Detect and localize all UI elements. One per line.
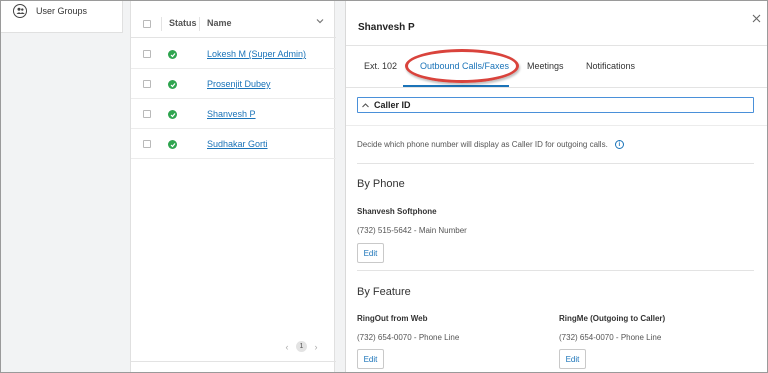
edit-ringout-button[interactable]: Edit — [357, 349, 384, 369]
chevron-right-icon[interactable]: › — [311, 342, 321, 352]
status-check-icon — [168, 110, 177, 119]
column-divider — [199, 17, 200, 31]
column-divider — [161, 17, 162, 31]
sidebar-item-user-groups[interactable]: User Groups — [13, 4, 87, 18]
by-feature-heading: By Feature — [357, 286, 411, 298]
panel-title: Shanvesh P — [358, 22, 415, 33]
feature-name: RingMe (Outgoing to Caller) — [559, 314, 666, 323]
tab-notifications[interactable]: Notifications — [586, 61, 635, 71]
table-row[interactable]: Shanvesh P — [131, 99, 336, 129]
user-name-link[interactable]: Sudhakar Gorti — [207, 139, 268, 149]
feature-number: (732) 654-0070 - Phone Line — [559, 333, 662, 342]
divider — [131, 361, 336, 362]
row-checkbox[interactable] — [143, 110, 151, 118]
row-checkbox[interactable] — [143, 80, 151, 88]
status-check-icon — [168, 80, 177, 89]
caller-id-section-toggle[interactable]: Caller ID — [357, 97, 754, 113]
user-name-link[interactable]: Prosenjit Dubey — [207, 79, 271, 89]
section-title: Caller ID — [374, 100, 411, 110]
page-number[interactable]: 1 — [296, 341, 307, 352]
app-window: User Groups Status Name Lokesh M (Super … — [0, 0, 768, 373]
chevron-left-icon[interactable]: ‹ — [282, 342, 292, 352]
by-phone-heading: By Phone — [357, 178, 405, 190]
caller-id-description: Decide which phone number will display a… — [357, 140, 624, 149]
sidebar-item-label: User Groups — [36, 6, 88, 16]
divider — [346, 125, 767, 126]
chevron-down-icon[interactable] — [315, 16, 325, 26]
edit-ringme-button[interactable]: Edit — [559, 349, 586, 369]
status-column-header[interactable]: Status — [169, 18, 197, 28]
sidebar: User Groups — [1, 1, 123, 33]
feature-number: (732) 654-0070 - Phone Line — [357, 333, 460, 342]
divider — [346, 45, 767, 46]
user-name-link[interactable]: Shanvesh P — [207, 109, 256, 119]
divider — [357, 270, 754, 271]
divider — [346, 87, 767, 88]
user-detail-panel: Shanvesh P Ext. 102 Outbound Calls/Faxes… — [345, 1, 767, 372]
device-number: (732) 515-5642 - Main Number — [357, 226, 467, 235]
tab-outbound-calls-faxes[interactable]: Outbound Calls/Faxes — [420, 61, 509, 71]
table-row[interactable]: Sudhakar Gorti — [131, 129, 336, 159]
table-header: Status Name — [131, 8, 336, 38]
table-row[interactable]: Prosenjit Dubey — [131, 69, 336, 99]
tab-extension[interactable]: Ext. 102 — [364, 61, 397, 71]
close-icon[interactable] — [752, 14, 761, 23]
users-table: Status Name Lokesh M (Super Admin) Prose… — [130, 1, 336, 372]
user-name-link[interactable]: Lokesh M (Super Admin) — [207, 49, 306, 59]
description-text: Decide which phone number will display a… — [357, 140, 608, 149]
select-all-checkbox[interactable] — [143, 20, 151, 28]
row-checkbox[interactable] — [143, 140, 151, 148]
info-icon[interactable]: i — [614, 140, 624, 149]
status-check-icon — [168, 50, 177, 59]
edit-phone-button[interactable]: Edit — [357, 243, 384, 263]
divider — [357, 163, 754, 164]
table-row[interactable]: Lokesh M (Super Admin) — [131, 39, 336, 69]
row-checkbox[interactable] — [143, 50, 151, 58]
device-name: Shanvesh Softphone — [357, 207, 437, 216]
pagination: ‹ 1 › — [282, 341, 321, 352]
chevron-up-icon — [362, 102, 369, 107]
users-icon — [13, 4, 27, 18]
status-check-icon — [168, 140, 177, 149]
feature-name: RingOut from Web — [357, 314, 428, 323]
name-column-header[interactable]: Name — [207, 18, 232, 28]
tab-meetings[interactable]: Meetings — [527, 61, 564, 71]
